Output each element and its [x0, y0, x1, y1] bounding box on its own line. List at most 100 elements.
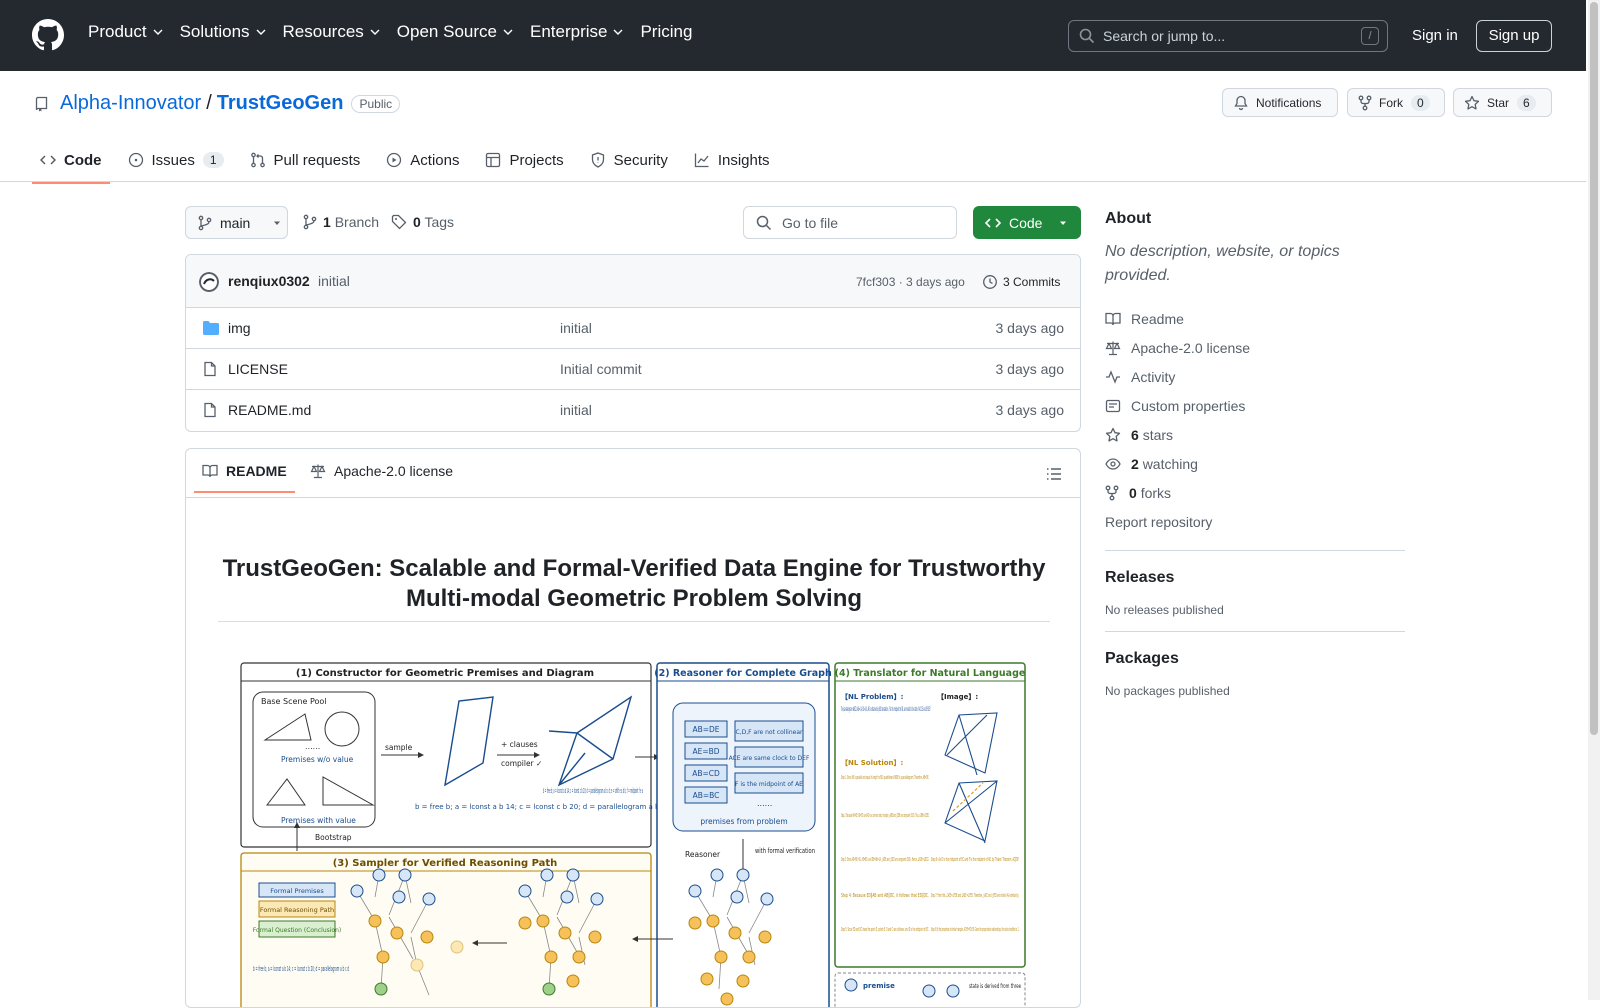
watching-link[interactable]: 2 watching	[1105, 449, 1405, 478]
tab-insights[interactable]: Insights	[686, 140, 778, 180]
forks-link[interactable]: 0 forks	[1105, 478, 1405, 507]
svg-text:Step 5: Since ED and DC share: Step 5: Since ED and DC share the point …	[841, 927, 929, 933]
activity-link[interactable]: Activity	[1105, 362, 1405, 391]
nav-resources-label: Resources	[282, 22, 364, 41]
file-name[interactable]: img	[228, 320, 251, 336]
eye-icon	[1105, 457, 1121, 470]
box4-title: (4) Translator for Natural Language	[835, 668, 1026, 679]
report-repository-link[interactable]: Report repository	[1105, 507, 1405, 536]
license-link-label: Apache-2.0 license	[1131, 339, 1251, 356]
notifications-button[interactable]: Notifications	[1222, 88, 1338, 117]
tab-license[interactable]: Apache-2.0 license	[310, 463, 453, 479]
nav-product[interactable]: Product	[88, 22, 163, 42]
report-label: Report repository	[1105, 513, 1213, 530]
nav-pricing[interactable]: Pricing	[640, 22, 692, 42]
notifications-label: Notifications	[1256, 95, 1322, 110]
search-input[interactable]: Search or jump to... /	[1068, 20, 1388, 52]
nav-open-source-label: Open Source	[396, 22, 497, 41]
tab-insights-label: Insights	[717, 151, 770, 169]
chevron-down-icon	[256, 29, 266, 35]
branch-icon	[198, 215, 212, 230]
box3-title: (3) Sampler for Verified Reasoning Path	[333, 858, 558, 869]
fork-button[interactable]: Fork 0	[1347, 88, 1445, 117]
repo-title-separator: /	[206, 92, 212, 114]
file-commit-message[interactable]: initial	[560, 320, 592, 336]
about-sidebar: About No description, website, or topics…	[1105, 210, 1405, 698]
branch-tag-info: 1 Branch 0 Tags	[303, 214, 454, 230]
file-commit-message[interactable]: initial	[560, 402, 592, 418]
watching-word: watching	[1142, 455, 1198, 472]
caret-down-icon	[274, 221, 281, 225]
stars-count: 6	[1131, 426, 1139, 443]
tab-readme[interactable]: README	[194, 463, 295, 493]
scrollbar-thumb[interactable]	[1590, 2, 1598, 735]
svg-text:【NL Solution】:: 【NL Solution】:	[841, 759, 904, 767]
branches-link[interactable]: 1 Branch	[323, 214, 379, 230]
nav-resources[interactable]: Resources	[283, 22, 380, 42]
fork-icon	[1358, 95, 1372, 110]
file-commit-message[interactable]: Initial commit	[560, 361, 642, 377]
tab-projects[interactable]: Projects	[477, 140, 571, 180]
repo-owner-link[interactable]: Alpha-Innovator	[60, 92, 201, 115]
branch-select-button[interactable]: main	[185, 206, 288, 239]
tab-issues-label: Issues	[151, 151, 195, 169]
file-name[interactable]: LICENSE	[228, 361, 288, 377]
list-toc-icon[interactable]	[1046, 466, 1062, 482]
commit-message[interactable]: initial	[318, 273, 350, 289]
tab-pull-requests[interactable]: Pull requests	[242, 140, 369, 180]
nav-open-source[interactable]: Open Source	[397, 22, 513, 42]
file-name[interactable]: README.md	[228, 402, 311, 418]
tab-actions[interactable]: Actions	[378, 140, 467, 180]
sign-in-link[interactable]: Sign in	[1412, 27, 1458, 44]
releases-heading[interactable]: Releases	[1105, 569, 1405, 587]
page-scrollbar[interactable]	[1588, 0, 1600, 1000]
svg-text:ACE are same clock to DEF: ACE are same clock to DEF	[729, 755, 810, 762]
readme-link[interactable]: Readme	[1105, 304, 1405, 333]
go-to-file-input[interactable]: Go to file	[743, 206, 957, 239]
file-date: 3 days ago	[995, 402, 1065, 418]
readme-panel: README Apache-2.0 license TrustGeoGen: S…	[185, 448, 1081, 1008]
tab-security[interactable]: Security	[582, 140, 676, 180]
tag-icon	[391, 214, 407, 230]
svg-text:【NL Problem】:: 【NL Problem】:	[841, 693, 904, 701]
svg-text:Step 2: Because AB=DE, AE=BD,: Step 2: Because AB=DE, AE=BD, and AD is …	[841, 812, 929, 819]
fork-label: Fork	[1379, 95, 1403, 110]
tags-link[interactable]: 0 Tags	[413, 214, 454, 230]
svg-text:compiler ✓: compiler ✓	[501, 759, 542, 768]
file-row[interactable]: LICENSE Initial commit 3 days ago	[186, 349, 1080, 390]
code-snippet-1: b = free b; a = lconst a b 14; c = lcons…	[415, 803, 672, 811]
sign-up-button[interactable]: Sign up	[1476, 20, 1552, 52]
sidebar-divider	[1105, 631, 1405, 632]
readme-title: TrustGeoGen: Scalable and Formal-Verifie…	[222, 555, 1046, 612]
repo-name-link[interactable]: TrustGeoGen	[217, 92, 344, 115]
tabs-divider	[0, 181, 1586, 182]
commit-count: 3 Commits	[1003, 275, 1061, 289]
table-icon	[486, 152, 501, 168]
avatar[interactable]	[199, 272, 219, 292]
tab-projects-label: Projects	[509, 151, 564, 169]
file-row[interactable]: img initial 3 days ago	[186, 308, 1080, 349]
code-dropdown-button[interactable]: Code	[973, 206, 1081, 239]
book-icon	[202, 464, 218, 478]
nav-solutions[interactable]: Solutions	[180, 22, 266, 42]
readme-tabs: README Apache-2.0 license	[186, 449, 1080, 498]
svg-text:Reasoner: Reasoner	[685, 850, 721, 859]
svg-text:【Image】:: 【Image】:	[937, 693, 978, 701]
commits-link[interactable]: 3 Commits	[982, 274, 1060, 290]
stars-link[interactable]: 6 stars	[1105, 420, 1405, 449]
star-button[interactable]: Star 6	[1453, 88, 1552, 117]
commit-author[interactable]: renqiux0302	[228, 273, 310, 289]
svg-text:state is derived from three: state is derived from three	[969, 983, 1021, 990]
global-nav: Product Solutions Resources Open Source …	[88, 22, 709, 42]
license-link[interactable]: Apache-2.0 license	[1105, 333, 1405, 362]
tab-issues[interactable]: Issues 1	[120, 140, 232, 180]
tab-code[interactable]: Code	[32, 140, 110, 184]
github-logo-icon[interactable]	[32, 19, 64, 51]
svg-text:premises from problem: premises from problem	[700, 817, 787, 826]
file-row[interactable]: README.md initial 3 days ago	[186, 390, 1080, 431]
custom-properties-link[interactable]: Custom properties	[1105, 391, 1405, 420]
file-icon	[204, 402, 216, 418]
packages-heading[interactable]: Packages	[1105, 650, 1405, 668]
nav-enterprise[interactable]: Enterprise	[530, 22, 623, 42]
commit-hash[interactable]: 7fcf303 · 3 days ago	[856, 275, 965, 289]
